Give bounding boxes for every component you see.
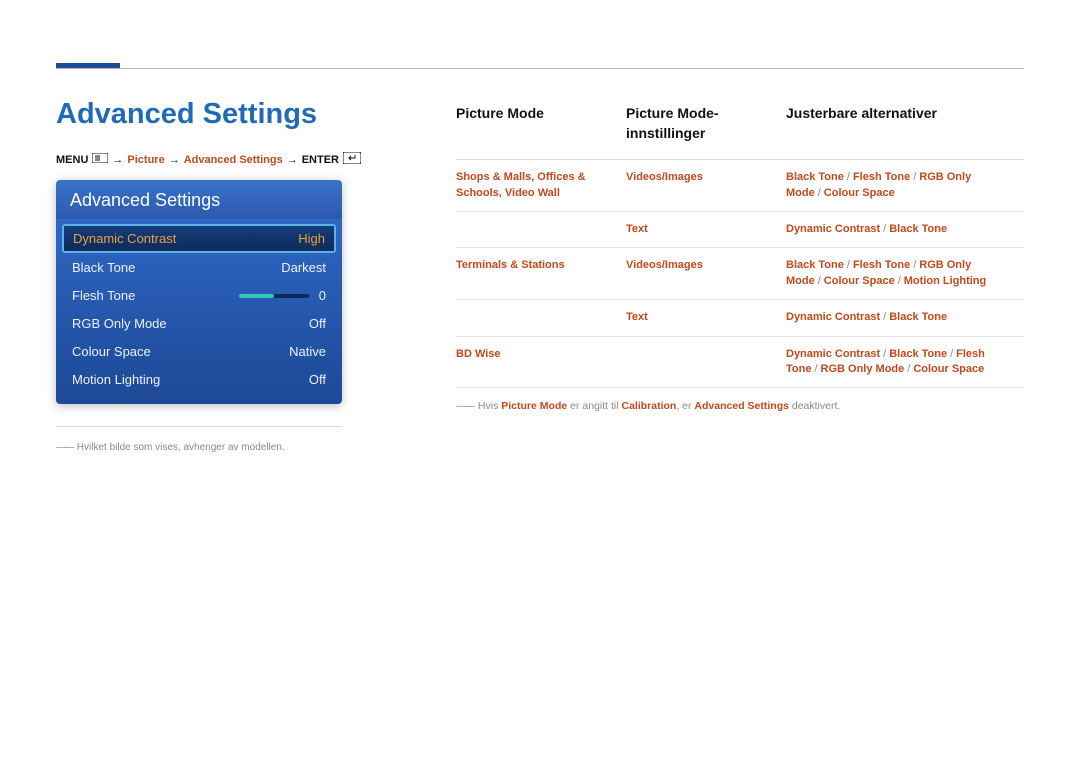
table-cell-options: Dynamic Contrast/Black Tone [786, 300, 1024, 336]
page-title: Advanced Settings [56, 98, 317, 131]
breadcrumb: MENU → Picture → Advanced Settings → ENT… [56, 152, 361, 167]
option-separator: / [913, 259, 916, 271]
note-dash: ―― [456, 400, 473, 412]
option-separator: / [814, 363, 817, 375]
note-t4: deaktivert. [789, 400, 840, 412]
option-item: Black Tone [786, 259, 844, 271]
note-calibration: Calibration [621, 400, 676, 412]
option-item: Dynamic Contrast [786, 223, 880, 235]
osd-row-value: Off [309, 316, 326, 331]
osd-row-label: RGB Only Mode [72, 316, 167, 331]
osd-header: Advanced Settings [56, 180, 342, 219]
option-item: Colour Space [824, 275, 895, 287]
osd-row-flesh-tone[interactable]: Flesh Tone 0 [62, 282, 336, 309]
note-t1: Hvis [478, 400, 501, 412]
table-header: Picture Mode-innstillinger [626, 100, 786, 160]
table-cell-options: Dynamic Contrast/Black Tone/Flesh Tone/R… [786, 337, 1024, 389]
option-item: Dynamic Contrast [786, 348, 880, 360]
option-item: Black Tone [889, 348, 947, 360]
left-divider [56, 426, 342, 427]
breadcrumb-advanced: Advanced Settings [184, 154, 283, 166]
note-advanced: Advanced Settings [694, 400, 789, 412]
osd-row-motion-lighting[interactable]: Motion Lighting Off [62, 366, 336, 393]
osd-row-label: Dynamic Contrast [73, 231, 176, 246]
osd-row-value: High [298, 231, 325, 246]
footnote-model: ―― Hvilket bilde som vises, avhenger av … [56, 442, 285, 453]
table-header: Picture Mode [456, 100, 626, 160]
option-separator: / [913, 171, 916, 183]
option-separator: / [847, 171, 850, 183]
osd-row-value: Native [289, 344, 326, 359]
option-item: Motion Lighting [904, 275, 986, 287]
osd-row-value: 0 [319, 288, 326, 303]
breadcrumb-menu-label: MENU [56, 154, 88, 166]
option-item: Black Tone [889, 311, 947, 323]
footnote-text: Hvilket bilde som vises, avhenger av mod… [77, 442, 285, 453]
table-cell-setting: Videos/Images [626, 160, 786, 212]
osd-row-label: Colour Space [72, 344, 151, 359]
calibration-note: ―― Hvis Picture Mode er angitt til Calib… [456, 400, 1024, 412]
osd-panel: Advanced Settings Dynamic Contrast High Bl… [56, 180, 342, 404]
option-item: RGB Only Mode [821, 363, 905, 375]
breadcrumb-arrow-1: → [112, 154, 123, 166]
option-item: Black Tone [786, 171, 844, 183]
osd-row-value: Off [309, 372, 326, 387]
option-item: Flesh Tone [853, 171, 910, 183]
table-cell-mode: Terminals & Stations [456, 248, 626, 300]
table-cell-options: Dynamic Contrast/Black Tone [786, 212, 1024, 248]
table-cell-setting: Text [626, 212, 786, 248]
note-t3: , er [676, 400, 694, 412]
osd-row-label: Black Tone [72, 260, 135, 275]
right-column: Picture ModePicture Mode-innstillingerJu… [456, 100, 1024, 412]
options-table: Picture ModePicture Mode-innstillingerJu… [456, 100, 1024, 388]
table-header: Justerbare alternativer [786, 100, 1024, 160]
breadcrumb-arrow-3: → [287, 154, 298, 166]
option-item: Black Tone [889, 223, 947, 235]
osd-body: Dynamic Contrast High Black Tone Darkest Fle… [56, 219, 342, 404]
option-item: Flesh Tone [853, 259, 910, 271]
breadcrumb-picture: Picture [127, 154, 164, 166]
option-separator: / [883, 223, 886, 235]
table-cell-mode [456, 212, 626, 248]
note-picture-mode: Picture Mode [501, 400, 567, 412]
breadcrumb-arrow-2: → [169, 154, 180, 166]
table-cell-options: Black Tone/Flesh Tone/RGB Only Mode/Colo… [786, 248, 1024, 300]
option-item: Colour Space [824, 187, 895, 199]
table-cell-mode: BD Wise [456, 337, 626, 389]
menu-icon [92, 153, 108, 166]
osd-row-label: Flesh Tone [72, 288, 135, 303]
option-separator: / [818, 187, 821, 199]
option-separator: / [847, 259, 850, 271]
option-item: Dynamic Contrast [786, 311, 880, 323]
osd-row-value: Darkest [281, 260, 326, 275]
osd-row-rgb-only-mode[interactable]: RGB Only Mode Off [62, 310, 336, 337]
top-divider-accent [56, 63, 120, 68]
footnote-dash: ―― [56, 442, 72, 453]
option-item: Colour Space [913, 363, 984, 375]
enter-icon [343, 152, 361, 167]
osd-row-label: Motion Lighting [72, 372, 160, 387]
osd-row-colour-space[interactable]: Colour Space Native [62, 338, 336, 365]
note-t2: er angitt til [567, 400, 621, 412]
breadcrumb-enter-label: ENTER [302, 154, 339, 166]
option-separator: / [883, 311, 886, 323]
option-separator: / [898, 275, 901, 287]
osd-slider-fill [239, 294, 274, 298]
table-cell-options: Black Tone/Flesh Tone/RGB Only Mode/Colo… [786, 160, 1024, 212]
top-divider [56, 68, 1024, 69]
option-separator: / [907, 363, 910, 375]
osd-row-dynamic-contrast[interactable]: Dynamic Contrast High [62, 224, 336, 253]
option-separator: / [883, 348, 886, 360]
osd-slider-group: 0 [239, 288, 326, 303]
osd-row-black-tone[interactable]: Black Tone Darkest [62, 254, 336, 281]
osd-slider-track[interactable] [239, 294, 309, 298]
table-cell-setting [626, 337, 786, 389]
table-cell-setting: Videos/Images [626, 248, 786, 300]
table-cell-mode [456, 300, 626, 336]
table-cell-setting: Text [626, 300, 786, 336]
option-separator: / [950, 348, 953, 360]
option-separator: / [818, 275, 821, 287]
table-cell-mode: Shops & Malls, Offices & Schools, Video … [456, 160, 626, 212]
